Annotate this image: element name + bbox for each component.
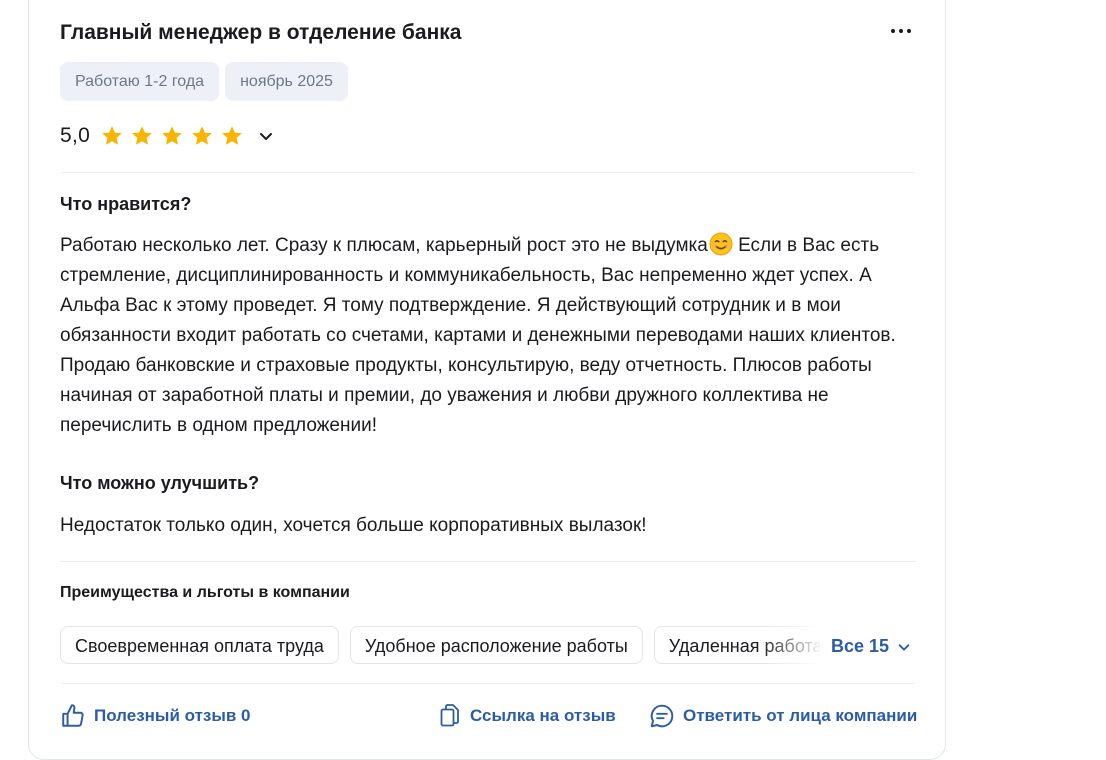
copy-link-label: Ссылка на отзыв (470, 706, 616, 725)
divider (60, 683, 916, 684)
benefits-list: Своевременная оплата труда Удобное распо… (60, 626, 820, 664)
benefit-chip[interactable]: Удобное расположение работы (349, 626, 643, 664)
likes-text: Работаю несколько лет. Сразу к плюсам, к… (60, 231, 920, 441)
divider (60, 561, 916, 562)
comment-icon (650, 704, 674, 728)
smile-emoji-icon (709, 232, 733, 256)
star-icon (192, 126, 212, 145)
show-all-benefits-button[interactable]: Все 15 (831, 636, 911, 657)
divider (60, 172, 916, 173)
review-tags: Работаю 1-2 года ноябрь 2025 (60, 62, 348, 101)
star-icon (102, 126, 122, 145)
helpful-button[interactable]: Полезный отзыв 0 (60, 703, 251, 729)
rating-value: 5,0 (60, 124, 91, 147)
reply-label: Ответить от лица компании (683, 706, 918, 725)
benefits-fade (760, 621, 840, 671)
rating-row: 5,0 (60, 124, 274, 148)
rating-stars (100, 124, 244, 148)
tag-experience: Работаю 1-2 года (60, 62, 220, 101)
improve-text: Недостаток только один, хочется больше к… (60, 515, 647, 536)
chevron-down-icon (898, 643, 910, 651)
more-icon (891, 29, 895, 33)
improve-heading: Что можно улучшить? (60, 473, 260, 493)
likes-heading: Что нравится? (60, 194, 192, 214)
reply-button[interactable]: Ответить от лица компании (649, 703, 917, 729)
show-all-label: Все 15 (830, 636, 889, 656)
copy-link-button[interactable]: Ссылка на отзыв (438, 703, 616, 729)
review-actions: Полезный отзыв 0 Ссылка на отзыв Ответит… (60, 703, 917, 733)
more-options-button[interactable] (886, 21, 916, 41)
review-card: Главный менеджер в отделение банка Работ… (28, 0, 946, 760)
benefit-chip[interactable]: Своевременная оплата труда (60, 626, 339, 664)
thumbs-up-icon (62, 704, 84, 727)
chevron-down-icon[interactable] (258, 128, 274, 144)
star-icon (222, 126, 242, 145)
star-icon (162, 126, 182, 145)
tag-date: ноябрь 2025 (225, 62, 348, 101)
helpful-label: Полезный отзыв 0 (94, 706, 251, 725)
star-icon (132, 126, 152, 145)
review-title: Главный менеджер в отделение банка (60, 21, 462, 44)
benefits-heading: Преимущества и льготы в компании (60, 584, 350, 601)
copy-link-icon (440, 704, 459, 727)
